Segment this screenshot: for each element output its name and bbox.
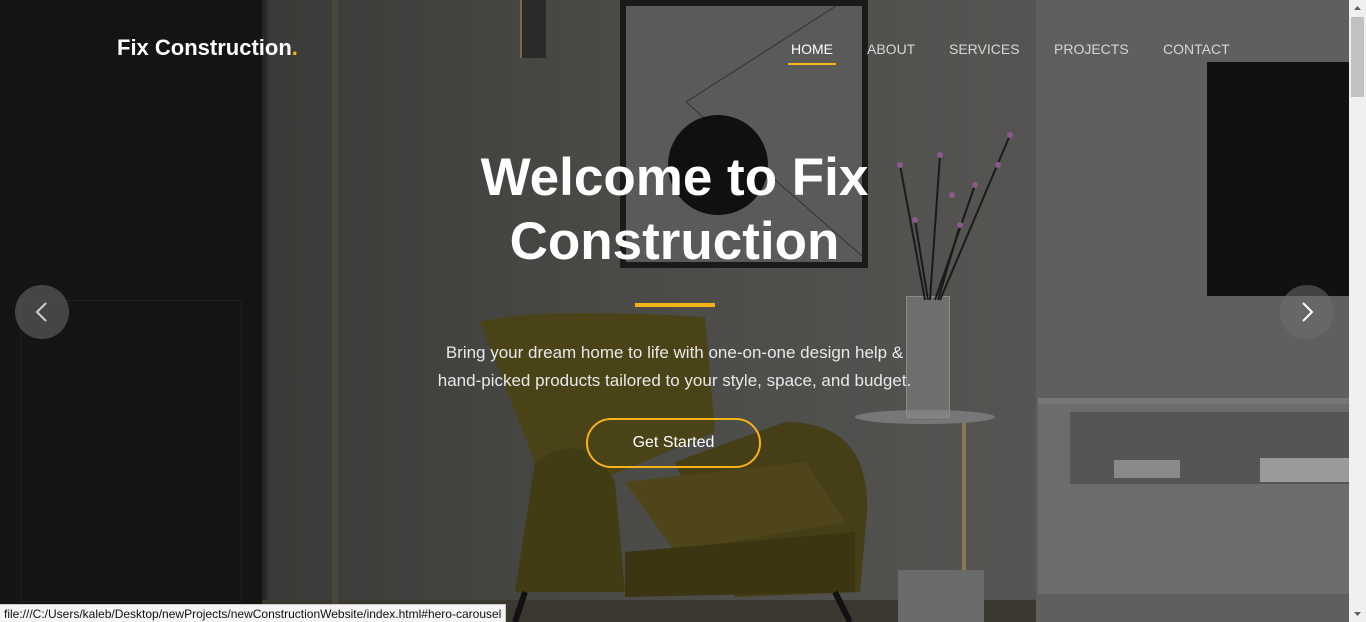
chevron-left-icon [35,302,47,322]
page-scrollbar[interactable] [1349,0,1366,622]
nav-item-home[interactable]: HOME [791,41,833,57]
nav-item-contact[interactable]: CONTACT [1163,41,1230,57]
background-book [1114,460,1180,478]
hero-title-line: Construction [509,212,840,271]
background-pole [332,0,338,622]
hero-carousel [0,0,1349,622]
hero-title: Welcome to Fix Construction [0,146,1349,274]
background-side-table-leg [962,420,966,580]
nav-item-projects[interactable]: PROJECTS [1054,41,1129,57]
carousel-prev-button[interactable] [15,285,69,339]
nav-item-services[interactable]: SERVICES [949,41,1020,57]
carousel-next-button[interactable] [1280,285,1334,339]
background-stone-block [898,570,984,622]
background-book [1260,458,1349,482]
scrollbar-thumb[interactable] [1351,17,1364,97]
title-divider [635,303,715,307]
main-nav: HOME ABOUT SERVICES PROJECTS CONTACT [0,40,1349,70]
status-bar-url: file:///C:/Users/kaleb/Desktop/newProjec… [0,604,507,622]
hero-title-line: Welcome to Fix [480,148,869,207]
scroll-up-arrow-icon[interactable] [1349,0,1366,17]
hero-description-line: hand-picked products tailored to your st… [437,371,912,390]
chevron-right-icon [1302,302,1314,322]
nav-item-about[interactable]: ABOUT [867,41,915,57]
nav-active-underline [788,63,836,65]
hero-description: Bring your dream home to life with one-o… [0,339,1349,395]
get-started-button[interactable]: Get Started [586,418,761,468]
hero-description-line: Bring your dream home to life with one-o… [445,343,904,362]
scroll-down-arrow-icon[interactable] [1349,605,1366,622]
